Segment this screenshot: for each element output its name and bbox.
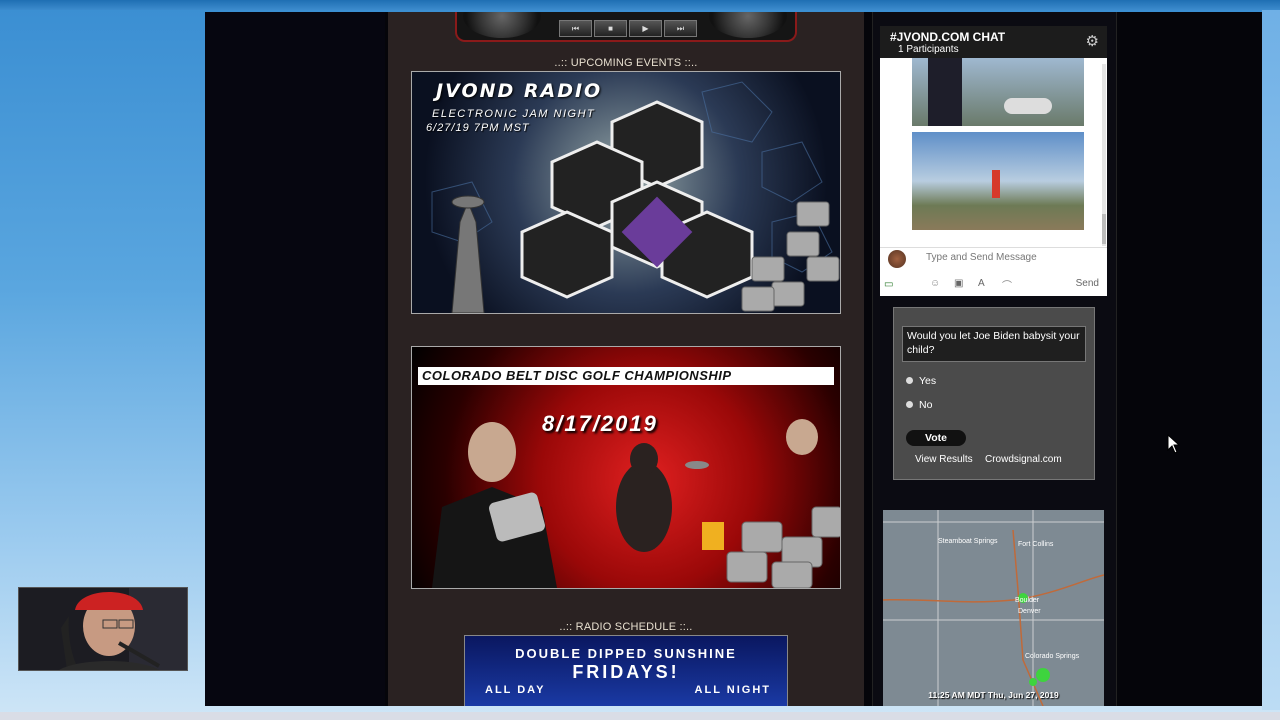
poll-radio-yes[interactable] [906, 377, 913, 384]
chat-scrollbar-thumb[interactable] [1102, 214, 1106, 244]
map-city-boulder: Boulder [1015, 597, 1040, 604]
left-gutter [205, 12, 385, 706]
crowdsignal-link[interactable]: Crowdsignal.com [985, 454, 1062, 465]
chat-image-person [928, 58, 962, 126]
poll-radio-no[interactable] [906, 401, 913, 408]
chat-input[interactable]: Type and Send Message [926, 252, 1037, 263]
event-date: 6/27/19 7PM MST [426, 122, 530, 134]
map-city-colorado-springs: Colorado Springs [1025, 653, 1080, 660]
mouse-cursor-icon [1167, 433, 1181, 459]
event-banner-disc-golf[interactable]: COLORADO BELT DISC GOLF CHAMPIONSHIP 8/1… [411, 346, 841, 589]
chat-image-belt [1004, 98, 1052, 114]
radio-player: ⏮ ■ ▶ ⏭ [455, 12, 797, 42]
schedule-line3a: ALL DAY [485, 684, 546, 696]
speaker-right-icon [709, 12, 787, 38]
event-banner-art [432, 419, 840, 588]
chat-title: #JVOND.COM CHAT [890, 30, 1006, 44]
poll-question: Would you let Joe Biden babysit your chi… [902, 326, 1086, 362]
next-track-button[interactable]: ⏭ [664, 20, 697, 37]
map-city-steamboat: Steamboat Springs [938, 538, 998, 545]
chat-image-1[interactable] [912, 58, 1084, 126]
schedule-banner[interactable]: DOUBLE DIPPED SUNSHINE FRIDAYS! ALL DAY … [464, 635, 788, 706]
schedule-line1: DOUBLE DIPPED SUNSHINE [515, 646, 737, 661]
stop-button[interactable]: ■ [594, 20, 627, 37]
send-button[interactable]: Send [1076, 278, 1099, 289]
event-title: JVOND RADIO [436, 80, 603, 102]
text-format-icon[interactable]: A [978, 278, 985, 289]
poll-option-yes[interactable]: Yes [919, 375, 936, 387]
map-city-denver: Denver [1018, 608, 1041, 615]
view-results-link[interactable]: View Results [915, 454, 973, 465]
column-gap [864, 12, 872, 706]
prev-track-button[interactable]: ⏮ [559, 20, 592, 37]
chat-widget: #JVOND.COM CHAT 1 Participants ⚙ Type an… [880, 26, 1107, 296]
poll-widget: Would you let Joe Biden babysit your chi… [893, 307, 1095, 480]
browser-viewport: ⏮ ■ ▶ ⏭ ..:: UPCOMING EVENTS ::.. JVOND … [205, 12, 1262, 706]
chat-scrollbar[interactable] [1102, 64, 1106, 246]
poll-option-no[interactable]: No [919, 399, 932, 411]
prev-track-icon: ⏮ [571, 24, 580, 33]
weather-radar-map[interactable]: Steamboat Springs Fort Collins Boulder D… [883, 510, 1104, 706]
chat-image-person [992, 170, 1000, 198]
schedule-line2: FRIDAYS! [572, 662, 680, 682]
chat-participants: 1 Participants [898, 44, 959, 55]
upcoming-events-label: ..:: UPCOMING EVENTS ::.. [554, 57, 698, 69]
play-button[interactable]: ▶ [629, 20, 662, 37]
speaker-left-icon [463, 12, 541, 38]
event-banner-jam-night[interactable]: JVOND RADIO ELECTRONIC JAM NIGHT 6/27/19… [411, 71, 841, 314]
gear-icon[interactable]: ⚙ [1086, 32, 1099, 50]
avatar [888, 250, 906, 268]
laptop-icon[interactable]: ▭ [884, 279, 893, 290]
map-timestamp: 11:25 AM MDT Thu, Jun 27, 2019 [928, 690, 1059, 700]
event-subtitle: ELECTRONIC JAM NIGHT [432, 108, 596, 120]
schedule-line3b: ALL NIGHT [694, 684, 771, 696]
camera-icon[interactable]: ▣ [954, 278, 963, 289]
map-city-fort-collins: Fort Collins [1018, 541, 1054, 548]
next-track-icon: ⏭ [676, 24, 685, 33]
divider [880, 247, 1107, 248]
radio-schedule-label: ..:: RADIO SCHEDULE ::.. [559, 621, 693, 633]
stop-icon: ■ [608, 24, 613, 33]
chat-header: #JVOND.COM CHAT 1 Participants ⚙ [880, 26, 1107, 58]
webcam-overlay [18, 587, 188, 671]
chat-image-2[interactable] [912, 132, 1084, 230]
desktop-right-strip [1262, 10, 1280, 710]
emoji-icon[interactable]: ☺ [930, 278, 940, 289]
window-top-bar [0, 0, 1280, 10]
play-icon: ▶ [642, 24, 649, 33]
attachment-icon[interactable]: ⌒ [1002, 277, 1012, 292]
taskbar [0, 712, 1280, 720]
webcam-feed [19, 588, 187, 670]
vote-button[interactable]: Vote [906, 430, 966, 446]
